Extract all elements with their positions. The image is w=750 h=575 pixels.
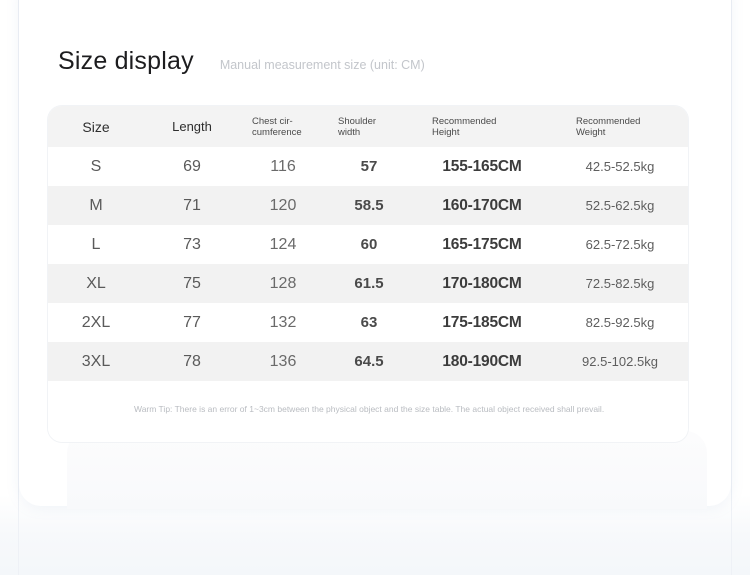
- cell-shoulder: 58.5: [354, 197, 384, 214]
- cell-size: 2XL: [81, 313, 111, 331]
- page-title: Size display: [58, 47, 194, 75]
- size-table: Size Length Chest cir- cumference Should…: [48, 106, 688, 442]
- column-header-weight: Recommended Weight: [552, 116, 688, 138]
- column-header-height-line1: Recommended: [432, 115, 497, 127]
- cell-weight: 82.5-92.5kg: [585, 315, 655, 330]
- table-header-row: Size Length Chest cir- cumference Should…: [48, 106, 688, 147]
- cell-weight: 72.5-82.5kg: [585, 276, 655, 291]
- cell-weight: 42.5-52.5kg: [585, 159, 655, 174]
- cell-height: 160-170CM: [442, 196, 522, 214]
- cell-size: M: [89, 196, 103, 214]
- cell-height: 180-190CM: [442, 352, 522, 370]
- cell-height: 155-165CM: [442, 157, 522, 175]
- cell-chest: 128: [269, 274, 297, 292]
- cell-chest: 124: [269, 235, 297, 253]
- page-subtitle: Manual measurement size (unit: CM): [219, 58, 425, 72]
- table-row: XL 75 128 61.5 170-180CM 72.5-82.5kg: [48, 264, 688, 303]
- cell-shoulder: 64.5: [354, 353, 384, 370]
- cell-height: 170-180CM: [442, 274, 522, 292]
- table-row: L 73 124 60 165-175CM 62.5-72.5kg: [48, 225, 688, 264]
- cell-length: 71: [183, 196, 201, 214]
- cell-chest: 136: [269, 352, 297, 370]
- column-header-chest: Chest cir- cumference: [240, 116, 326, 138]
- cell-chest: 116: [270, 157, 296, 175]
- column-header-shoulder-line1: Shoulder: [338, 115, 377, 127]
- table-footer: Warm Tip: There is an error of 1~3cm bet…: [48, 381, 688, 442]
- column-header-size: Size: [82, 118, 110, 135]
- table-row: 2XL 77 132 63 175-185CM 82.5-92.5kg: [48, 303, 688, 342]
- column-header-chest-line2: cumference: [252, 126, 302, 138]
- cell-size: L: [91, 235, 101, 253]
- cell-length: 69: [183, 157, 201, 175]
- cell-shoulder: 57: [360, 158, 378, 175]
- column-header-weight-line2: Weight: [576, 126, 606, 138]
- warm-tip-note: Warm Tip: There is an error of 1~3cm bet…: [134, 404, 605, 414]
- cell-weight: 92.5-102.5kg: [582, 354, 658, 369]
- table-row: S 69 116 57 155-165CM 42.5-52.5kg: [48, 147, 688, 186]
- cell-chest: 120: [269, 196, 297, 214]
- right-edge-rule: [731, 0, 732, 575]
- cell-height: 175-185CM: [442, 313, 522, 331]
- column-header-height-line2: Height: [432, 126, 460, 138]
- cell-length: 73: [183, 235, 201, 253]
- cell-height: 165-175CM: [442, 235, 522, 253]
- cell-length: 77: [183, 313, 201, 331]
- card-inner-panel: [67, 431, 707, 509]
- cell-chest: 132: [269, 313, 297, 331]
- cell-weight: 52.5-62.5kg: [585, 198, 655, 213]
- cell-size: S: [90, 157, 102, 175]
- cell-shoulder: 60: [360, 236, 378, 253]
- column-header-shoulder-line2: width: [338, 126, 361, 138]
- cell-length: 75: [183, 274, 201, 292]
- cell-weight: 62.5-72.5kg: [585, 237, 655, 252]
- table-row: 3XL 78 136 64.5 180-190CM 92.5-102.5kg: [48, 342, 688, 381]
- cell-size: 3XL: [81, 352, 111, 370]
- cell-shoulder: 61.5: [354, 275, 384, 292]
- heading: Size display Manual measurement size (un…: [58, 45, 425, 77]
- column-header-weight-line1: Recommended: [576, 115, 641, 127]
- column-header-shoulder: Shoulder width: [326, 116, 412, 138]
- page-root: Size display Manual measurement size (un…: [0, 0, 750, 575]
- cell-size: XL: [86, 274, 106, 292]
- table-row: M 71 120 58.5 160-170CM 52.5-62.5kg: [48, 186, 688, 225]
- cell-shoulder: 63: [360, 314, 378, 331]
- column-header-height: Recommended Height: [412, 116, 552, 138]
- column-header-chest-line1: Chest cir-: [252, 115, 293, 127]
- column-header-length: Length: [172, 119, 212, 134]
- cell-length: 78: [183, 352, 201, 370]
